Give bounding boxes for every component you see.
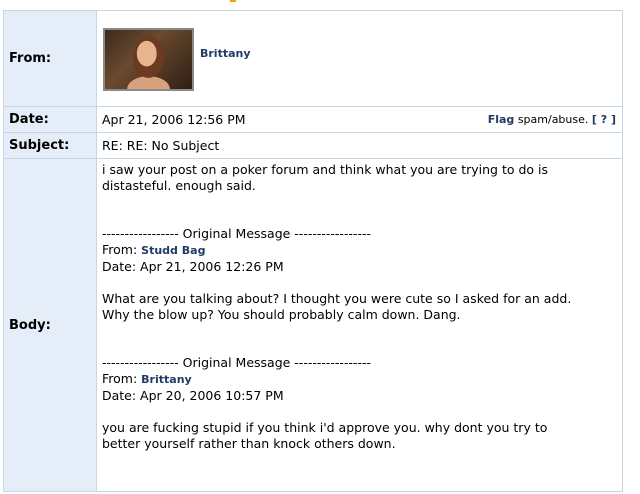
original-date: Date: Apr 20, 2006 10:57 PM xyxy=(102,388,284,403)
body-line: you are fucking stupid if you think i'd … xyxy=(102,420,548,435)
message-table: From: Brittany Date: Apr 21, 2006 12:56 … xyxy=(3,10,623,492)
row-body: Body: i saw your post on a poker forum a… xyxy=(3,158,623,492)
subject-label: Subject: xyxy=(3,132,97,159)
body-line: i saw your post on a poker forum and thi… xyxy=(102,162,549,177)
top-accent xyxy=(230,0,236,2)
date-label: Date: xyxy=(3,106,97,133)
subject-value: RE: RE: No Subject xyxy=(96,132,623,159)
row-date: Date: Apr 21, 2006 12:56 PM Flag spam/ab… xyxy=(3,106,623,133)
top-edge xyxy=(0,0,640,10)
from-label: From: xyxy=(3,10,97,107)
body-value: i saw your post on a poker forum and thi… xyxy=(96,158,623,492)
body-line: Why the blow up? You should probably cal… xyxy=(102,307,461,322)
body-line: distasteful. enough said. xyxy=(102,178,256,193)
flag-link[interactable]: Flag xyxy=(488,113,515,126)
row-subject: Subject: RE: RE: No Subject xyxy=(3,132,623,159)
message-date: Apr 21, 2006 12:56 PM xyxy=(102,112,246,127)
original-message-divider: ----------------- Original Message -----… xyxy=(102,355,371,370)
original-message-divider: ----------------- Original Message -----… xyxy=(102,226,371,241)
sender-name-link[interactable]: Brittany xyxy=(200,47,251,60)
message-view: From: Brittany Date: Apr 21, 2006 12:56 … xyxy=(0,0,640,494)
original-date: Date: Apr 21, 2006 12:26 PM xyxy=(102,259,284,274)
sender-avatar[interactable] xyxy=(103,27,194,91)
body-label: Body: xyxy=(3,158,97,492)
original-from: From: Brittany xyxy=(102,371,192,386)
body-line: What are you talking about? I thought yo… xyxy=(102,291,572,306)
body-line: better yourself rather than knock others… xyxy=(102,436,396,451)
flag-area: Flag spam/abuse. [ ? ] xyxy=(488,113,616,126)
original-sender-link[interactable]: Brittany xyxy=(141,373,192,386)
from-value: Brittany xyxy=(96,10,623,107)
original-sender-link[interactable]: Studd Bag xyxy=(141,244,205,257)
original-from: From: Studd Bag xyxy=(102,242,206,257)
help-link[interactable]: [ ? ] xyxy=(592,113,616,126)
flag-text: spam/abuse. xyxy=(517,113,589,126)
date-value: Apr 21, 2006 12:56 PM Flag spam/abuse. [… xyxy=(96,106,623,133)
message-body: i saw your post on a poker forum and thi… xyxy=(102,160,616,452)
row-from: From: Brittany xyxy=(3,10,623,107)
